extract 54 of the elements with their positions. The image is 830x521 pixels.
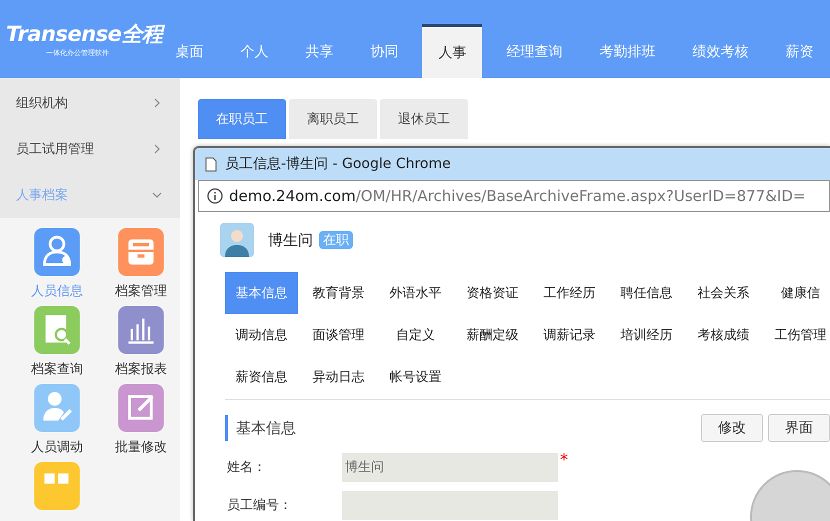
page-icon — [205, 156, 217, 172]
tab[interactable]: 培训经历 — [610, 314, 683, 356]
app-label[interactable]: 人员调动 — [31, 438, 83, 456]
box-icon[interactable] — [118, 228, 164, 276]
tab[interactable]: 社会关系 — [687, 272, 760, 314]
sidebar-item[interactable]: 组织机构 — [0, 80, 180, 126]
app-label[interactable]: 档案报表 — [115, 360, 167, 378]
status-badge: 在职 — [319, 231, 353, 249]
avatar — [220, 223, 254, 257]
tab[interactable]: 异动日志 — [302, 356, 375, 398]
chevron-icon — [152, 144, 162, 154]
tab[interactable]: 帐号设置 — [379, 356, 452, 398]
toolbar-button[interactable]: 界面 — [768, 414, 830, 442]
info-icon — [207, 188, 223, 204]
window-title: 员工信息-博生问 - Google Chrome — [225, 155, 451, 173]
tab[interactable]: 教育背景 — [302, 272, 375, 314]
tab[interactable]: 聘任信息 — [610, 272, 683, 314]
tab[interactable]: 自定义 — [379, 314, 452, 356]
input-field[interactable]: 博生问 — [342, 452, 558, 482]
tab[interactable]: 外语水平 — [379, 272, 452, 314]
tab[interactable]: 考核成绩 — [687, 314, 760, 356]
tab[interactable]: 面谈管理 — [302, 314, 375, 356]
sidebar-item[interactable]: 员工试用管理 — [0, 126, 180, 172]
field-label: 姓名： — [227, 459, 267, 476]
edit-icon[interactable] — [118, 384, 164, 432]
edit-person-icon[interactable] — [34, 384, 80, 432]
address-bar[interactable]: demo.24om.com/OM/HR/Archives/BaseArchiveFrame.aspx?UserID=877&ID= — [198, 180, 830, 212]
logo: Transense全程 — [6, 20, 162, 48]
required-mark: * — [560, 450, 568, 469]
chart-icon[interactable] — [118, 306, 164, 354]
nav-tab[interactable]: 人事 — [422, 24, 482, 78]
toolbar-button[interactable]: 修改 — [701, 414, 763, 442]
tab[interactable]: 调动信息 — [225, 314, 298, 356]
chevron-icon — [152, 190, 162, 200]
app-label[interactable]: 档案管理 — [115, 282, 167, 300]
employee-name: 博生问 — [268, 230, 313, 250]
tab[interactable]: 离职员工 — [289, 99, 377, 139]
section-title: 基本信息 — [225, 415, 296, 441]
tab[interactable]: 资格资证 — [456, 272, 529, 314]
chevron-icon — [152, 98, 162, 108]
tab[interactable]: 健康信 — [764, 272, 830, 314]
tab[interactable]: 退休员工 — [380, 99, 468, 139]
tab[interactable]: 薪资信息 — [225, 356, 298, 398]
search-icon[interactable] — [34, 306, 80, 354]
tab[interactable]: 调薪记录 — [533, 314, 606, 356]
app-label[interactable]: 档案查询 — [31, 360, 83, 378]
app-label[interactable]: 批量修改 — [115, 438, 167, 456]
person-icon[interactable] — [34, 228, 80, 276]
tab[interactable]: 工伤管理 — [764, 314, 830, 356]
tab[interactable]: 薪酬定级 — [456, 314, 529, 356]
tab[interactable]: 工作经历 — [533, 272, 606, 314]
field-label: 员工编号： — [227, 497, 293, 514]
grid-icon[interactable] — [34, 462, 80, 510]
input-field[interactable] — [342, 490, 558, 520]
